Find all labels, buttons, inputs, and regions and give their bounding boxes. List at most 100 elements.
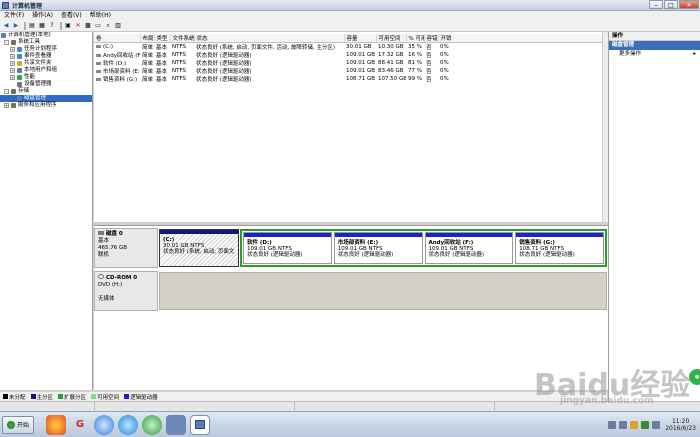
- cell-text: NTFS: [172, 52, 187, 58]
- cdrom-empty-area[interactable]: [159, 272, 607, 310]
- menu-file[interactable]: 文件(F): [0, 11, 28, 21]
- cell-text: NTFS: [172, 68, 187, 74]
- menu-help[interactable]: 帮助(H): [86, 11, 115, 21]
- drive-icon: [96, 62, 101, 65]
- actions-section-disk-management[interactable]: 磁盘管理: [609, 41, 700, 50]
- column-header[interactable]: 开销: [438, 34, 605, 43]
- expand-icon[interactable]: +: [10, 47, 15, 52]
- table-row[interactable]: Andy回收站 (F:)简单基本NTFS 状态良好 (逻辑驱动器)109.01 G…: [94, 51, 604, 59]
- expand-icon[interactable]: +: [4, 103, 9, 108]
- disk-0-size: 465.76 GB: [98, 245, 128, 251]
- system-tray: 11:20 2016/6/23: [550, 412, 700, 437]
- minimize-button[interactable]: –: [649, 0, 663, 9]
- help-icon[interactable]: ?: [48, 22, 56, 30]
- maximize-button[interactable]: □: [664, 0, 678, 9]
- cdrom-status: 无媒体: [98, 296, 115, 302]
- tray-icon[interactable]: [630, 420, 639, 429]
- cell-text: 销售资料 (G:): [103, 77, 138, 83]
- show-hide-tree-icon[interactable]: ▦: [38, 22, 46, 30]
- partition-c[interactable]: (C:) 30.01 GB NTFS 状态良好 (系统, 启动, 页面文: [159, 229, 239, 267]
- table-cell: 0%: [438, 67, 604, 75]
- menu-action[interactable]: 操作(A): [28, 11, 57, 21]
- tree-item[interactable]: - 存储: [0, 88, 92, 95]
- expand-icon[interactable]: +: [10, 61, 15, 66]
- disk-0-info[interactable]: 磁盘 0 基本 465.76 GB 联机: [94, 228, 158, 268]
- expand-icon[interactable]: +: [10, 54, 15, 59]
- table-cell: 108.71 GB: [344, 75, 376, 83]
- column-header[interactable]: 状态: [194, 34, 345, 43]
- taskbar-qq-icon[interactable]: [118, 414, 139, 435]
- tree-item[interactable]: + 共享文件夹: [0, 60, 92, 67]
- column-header[interactable]: 容错: [424, 34, 439, 43]
- menu-view[interactable]: 查看(V): [57, 11, 86, 21]
- taskbar-ie-icon[interactable]: [94, 414, 115, 435]
- start-button[interactable]: 开始: [2, 415, 35, 434]
- tree-item[interactable]: + 服务和应用程序: [0, 102, 92, 109]
- tree-item[interactable]: + 本地用户和组: [0, 67, 92, 74]
- clock[interactable]: 11:20 2016/6/23: [665, 418, 696, 432]
- forward-icon[interactable]: ▶: [12, 22, 20, 30]
- network-icon[interactable]: [641, 420, 650, 429]
- column-header[interactable]: 容量: [344, 34, 377, 43]
- open-folder-icon[interactable]: ▭: [94, 22, 102, 30]
- taskbar-explorer-icon[interactable]: [166, 414, 187, 435]
- tree-item[interactable]: 磁盘管理: [0, 95, 92, 102]
- disk-0-name: 磁盘 0: [106, 231, 123, 237]
- column-header[interactable]: 布局: [140, 34, 155, 43]
- volume-icon[interactable]: [652, 420, 661, 429]
- taskbar-360-icon[interactable]: [142, 414, 163, 435]
- table-cell: 状态良好 (逻辑驱动器): [194, 51, 344, 59]
- up-level-icon[interactable]: ▤: [28, 22, 36, 30]
- tree-item[interactable]: + 性能: [0, 74, 92, 81]
- cdrom-info[interactable]: CD-ROM 0 DVD (H:) 无媒体: [94, 271, 158, 311]
- table-cell: 状态良好 (逻辑驱动器): [194, 67, 344, 75]
- navigation-tree: 计算机管理(本地) - 系统工具 + 任务计划程序 + 事件查看器 + 共享文件夹 + 本地用户和…: [0, 32, 93, 390]
- expand-icon[interactable]: +: [10, 68, 15, 73]
- expand-icon[interactable]: +: [10, 75, 15, 80]
- partition-g[interactable]: 销售资料 (G:) 108.71 GB NTFS 状态良好 (逻辑驱动器): [515, 232, 604, 264]
- column-header[interactable]: 可用空间: [376, 34, 407, 43]
- floating-widget-icon[interactable]: ●: [689, 369, 700, 385]
- column-header[interactable]: 类型: [154, 34, 171, 43]
- taskbar-app-icon[interactable]: [46, 414, 67, 435]
- column-header[interactable]: 文件系统: [170, 34, 195, 43]
- delete-icon[interactable]: ✕: [74, 22, 82, 30]
- cell-text: (C:): [103, 44, 113, 50]
- table-row[interactable]: (C:) 简单 基本 NTFS 状态良好 (系统, 启动, 页面文件, 活动, 故障转储…: [94, 43, 604, 51]
- cdrom-name: CD-ROM 0: [106, 275, 138, 281]
- table-cell: 基本: [154, 67, 170, 75]
- partition-f[interactable]: Andy回收站 (F:) 109.01 GB NTFS 状态良好 (逻辑驱动器): [424, 232, 514, 264]
- column-header[interactable]: 卷: [94, 34, 141, 43]
- refresh-icon[interactable]: ▩: [84, 22, 92, 30]
- tree-item[interactable]: + 任务计划程序: [0, 46, 92, 53]
- tree-root[interactable]: 计算机管理(本地): [0, 32, 92, 39]
- search-icon[interactable]: ⌕: [104, 22, 112, 30]
- partition-f-status: 状态良好 (逻辑驱动器): [428, 252, 485, 258]
- properties-icon[interactable]: ▣: [64, 22, 72, 30]
- tray-icon[interactable]: [619, 420, 628, 429]
- tree-item-icon: [11, 40, 16, 45]
- column-header[interactable]: % 可用: [406, 34, 425, 43]
- taskbar-computer-management-icon[interactable]: [190, 414, 211, 435]
- view-icon[interactable]: ▥: [114, 22, 122, 30]
- more-actions[interactable]: 更多操作 ▸: [609, 50, 700, 59]
- tray-icon[interactable]: [608, 420, 617, 429]
- partition-d[interactable]: 软件 (D:) 109.01 GB NTFS 状态良好 (逻辑驱动器): [243, 232, 332, 264]
- computer-management-icon: [2, 1, 9, 9]
- back-icon[interactable]: ◀: [2, 22, 10, 30]
- close-button[interactable]: ✕: [679, 0, 699, 9]
- tree-item[interactable]: 设备管理器: [0, 81, 92, 88]
- more-actions-label: 更多操作: [619, 51, 642, 57]
- table-row[interactable]: 销售资料 (G:) 简单 基本 NTFS 状态良好 (逻辑驱动器) 108.71 GB 10…: [94, 75, 604, 83]
- collapse-icon[interactable]: -: [4, 40, 9, 45]
- table-cell: NTFS: [170, 51, 194, 59]
- table-row[interactable]: 软件 (D:) 简单 基本 NTFS 状态良好 (逻辑驱动器) 109.01 GB 88.4…: [94, 59, 604, 67]
- volume-name-cell: 销售资料 (G:): [94, 75, 140, 83]
- table-row[interactable]: 市场部资料 (E:) 简单 基本 NTFS 状态良好 (逻辑驱动器) 109.01 GB 8…: [94, 67, 604, 75]
- tree-item[interactable]: - 系统工具: [0, 39, 92, 46]
- collapse-icon[interactable]: -: [4, 89, 9, 94]
- partition-e[interactable]: 市场部资料 (E:) 109.01 GB NTFS 状态良好 (逻辑驱动器): [333, 232, 423, 264]
- tree-item[interactable]: + 事件查看器: [0, 53, 92, 60]
- taskbar-browser-icon[interactable]: G: [70, 415, 90, 435]
